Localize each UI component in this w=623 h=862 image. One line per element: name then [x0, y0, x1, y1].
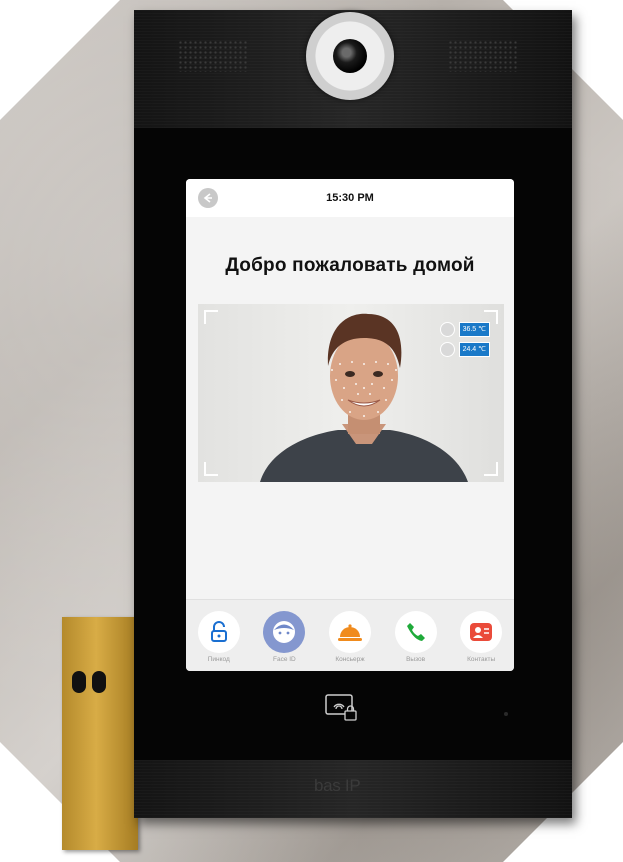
temperature-value: 24.4 ℃ [458, 342, 490, 357]
face-id-button[interactable]: Face ID [254, 611, 314, 663]
speaker-grille [178, 40, 248, 72]
touch-screen: 15:30 PM Добро пожаловать домой 36.5 ℃ 2… [186, 179, 514, 671]
call-button[interactable]: Вызов [386, 611, 446, 663]
thermometer-icon [439, 342, 455, 357]
speaker-grille [448, 40, 518, 72]
clock: 15:30 PM [326, 192, 374, 204]
face-id-label: Face ID [273, 656, 296, 663]
concierge-button[interactable]: Консьерж [320, 611, 380, 663]
arrow-left-icon [203, 193, 212, 203]
concierge-bell-icon [328, 611, 371, 653]
recognized-face [260, 313, 468, 482]
contacts-icon [460, 611, 503, 653]
temperature-value: 36.5 ℃ [458, 322, 490, 337]
focus-bracket [204, 310, 218, 324]
concierge-label: Консьерж [335, 656, 365, 663]
status-bar: 15:30 PM [186, 179, 514, 217]
sensor-hole [92, 671, 106, 693]
call-label: Вызов [406, 656, 426, 663]
back-button[interactable] [198, 188, 218, 208]
focus-bracket [484, 462, 498, 476]
contacts-button[interactable]: Контакты [451, 611, 511, 663]
app-dock: Пинкод Face ID Консьерж Вызов Контакты [186, 599, 514, 671]
nfc-card-reader-icon [325, 694, 357, 721]
camera-feed: 36.5 ℃ 24.4 ℃ [198, 304, 504, 482]
camera-icon [306, 12, 394, 100]
brass-reader-plate [62, 617, 138, 850]
camera-lens [333, 39, 367, 73]
sensor-hole [72, 671, 86, 693]
pincode-label: Пинкод [207, 656, 230, 663]
status-led [504, 712, 508, 716]
brand-logo: bas IP [314, 776, 361, 795]
intercom-panel: 15:30 PM Добро пожаловать домой 36.5 ℃ 2… [134, 10, 572, 818]
pincode-button[interactable]: Пинкод [189, 611, 249, 663]
contacts-label: Контакты [467, 656, 496, 663]
focus-bracket [204, 462, 218, 476]
lock-icon [197, 611, 240, 653]
ambient-temperature: 24.4 ℃ [439, 342, 490, 357]
welcome-title: Добро пожаловать домой [225, 255, 475, 276]
face-id-icon [263, 611, 306, 653]
person-icon [439, 322, 455, 337]
phone-icon [394, 611, 437, 653]
body-temperature: 36.5 ℃ [439, 322, 490, 337]
